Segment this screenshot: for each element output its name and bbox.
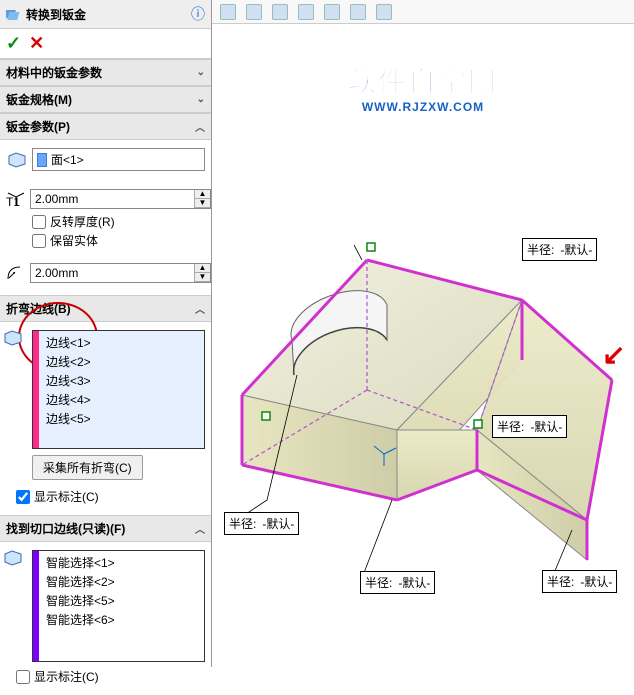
chevron-up-icon: ︿ [195, 521, 205, 536]
list-item[interactable]: 智能选择<1> [36, 553, 201, 572]
section-material-label: 材料中的钣金参数 [6, 64, 102, 81]
face-value: 面<1> [51, 151, 84, 168]
reverse-thickness-check[interactable]: 反转厚度(R) [32, 213, 205, 230]
radius-icon [6, 264, 26, 282]
list-item[interactable]: 边线<3> [36, 371, 201, 390]
section-rip-label: 找到切口边线(只读)(F) [6, 520, 125, 537]
radius-value[interactable] [31, 264, 194, 282]
list-item[interactable]: 边线<2> [36, 352, 201, 371]
show-note-bend-check[interactable]: 显示标注(C) [16, 488, 205, 505]
list-item[interactable]: 边线<4> [36, 390, 201, 409]
section-bend-body: 边线<1> 边线<2> 边线<3> 边线<4> 边线<5> 采集所有折弯(C) … [0, 322, 211, 515]
spin-down[interactable]: ▼ [195, 199, 210, 208]
radius-callout[interactable]: 半径:-默认- [492, 415, 567, 438]
3d-model [212, 0, 634, 667]
thickness-icon: T1 [6, 190, 26, 208]
panel-title: 转换到钣金 [26, 6, 191, 23]
section-params-label: 钣金参数(P) [6, 118, 70, 135]
convert-sheetmetal-icon [6, 6, 22, 22]
radius-callout[interactable]: 半径:-默认- [224, 512, 299, 535]
chevron-down-icon: ⌄ [197, 67, 205, 78]
section-bend-label: 折弯边线(B) [6, 300, 71, 317]
list-item[interactable]: 智能选择<6> [36, 610, 201, 629]
list-item[interactable]: 智能选择<2> [36, 572, 201, 591]
thickness-value[interactable] [31, 190, 194, 208]
svg-text:T1: T1 [6, 195, 20, 207]
radius-input[interactable]: ▲▼ [30, 263, 211, 283]
section-rip[interactable]: 找到切口边线(只读)(F) ︿ [0, 515, 211, 542]
show-note-rip-checkbox[interactable] [16, 670, 30, 684]
show-note-rip-label: 显示标注(C) [34, 668, 99, 685]
help-icon[interactable]: ⓘ [191, 4, 205, 24]
list-item[interactable]: 边线<5> [36, 409, 201, 428]
panel-titlebar: 转换到钣金 ⓘ [0, 0, 211, 29]
edge-icon [4, 330, 22, 349]
show-note-bend-label: 显示标注(C) [34, 488, 99, 505]
chevron-up-icon: ︿ [195, 119, 205, 134]
rip-edges-list[interactable]: 智能选择<1> 智能选择<2> 智能选择<5> 智能选择<6> [32, 550, 205, 662]
ok-button[interactable]: ✓ [6, 33, 21, 54]
radius-callout[interactable]: 半径:-默认- [542, 570, 617, 593]
radius-callout[interactable]: 半径:-默认- [360, 571, 435, 594]
list-item[interactable]: 边线<1> [36, 333, 201, 352]
section-params[interactable]: 钣金参数(P) ︿ [0, 113, 211, 140]
keep-body-label: 保留实体 [50, 232, 98, 249]
cancel-button[interactable]: ✕ [29, 33, 44, 54]
chevron-up-icon: ︿ [195, 301, 205, 316]
section-spec-label: 钣金规格(M) [6, 91, 72, 108]
chevron-down-icon: ⌄ [197, 94, 205, 105]
spin-down[interactable]: ▼ [195, 273, 210, 282]
list-item[interactable]: 智能选择<5> [36, 591, 201, 610]
bend-edges-list[interactable]: 边线<1> 边线<2> 边线<3> 边线<4> 边线<5> [32, 330, 205, 449]
edge-icon [4, 550, 22, 569]
thickness-input[interactable]: ▲▼ [30, 189, 211, 209]
show-note-rip-check[interactable]: 显示标注(C) [16, 668, 205, 685]
color-box [37, 153, 47, 167]
section-bend[interactable]: 折弯边线(B) ︿ [0, 295, 211, 322]
reverse-checkbox[interactable] [32, 215, 46, 229]
section-rip-body: 智能选择<1> 智能选择<2> 智能选择<5> 智能选择<6> 显示标注(C) [0, 542, 211, 695]
radius-callout[interactable]: 半径:-默认- [522, 238, 597, 261]
3d-viewport[interactable]: 软件自学网 WWW.RJZXW.COM [212, 0, 634, 667]
keep-body-checkbox[interactable] [32, 234, 46, 248]
section-material[interactable]: 材料中的钣金参数 ⌄ [0, 59, 211, 86]
reverse-label: 反转厚度(R) [50, 213, 115, 230]
ok-cancel-bar: ✓ ✕ [0, 29, 211, 59]
show-note-bend-checkbox[interactable] [16, 490, 30, 504]
section-spec[interactable]: 钣金规格(M) ⌄ [0, 86, 211, 113]
face-icon [6, 151, 28, 169]
face-input[interactable]: 面<1> [32, 148, 205, 171]
section-params-body: 面<1> T1 ▲▼ 反转厚度(R) 保留实体 ▲▼ [0, 140, 211, 295]
property-panel: 转换到钣金 ⓘ ✓ ✕ 材料中的钣金参数 ⌄ 钣金规格(M) ⌄ 钣金参数(P)… [0, 0, 212, 667]
collect-all-bends-button[interactable]: 采集所有折弯(C) [32, 455, 143, 480]
keep-body-check[interactable]: 保留实体 [32, 232, 205, 249]
